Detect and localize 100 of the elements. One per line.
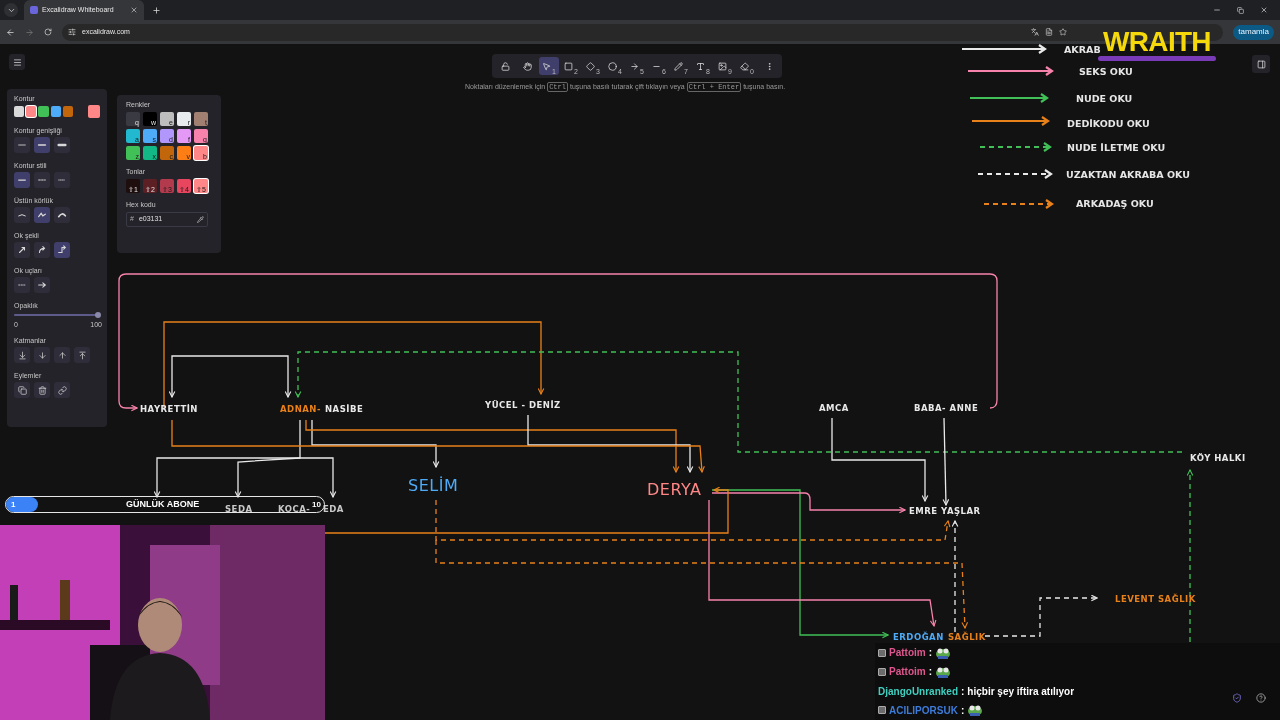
node-label: ERDOĞAN: [893, 632, 944, 642]
node-label: YÜCEL - DENİZ: [485, 400, 561, 410]
node-label: DERYA: [647, 480, 702, 499]
legend-label: ARKADAŞ OKU: [1076, 198, 1154, 209]
rectangle-icon: [564, 61, 574, 71]
color-swatch[interactable]: [50, 106, 61, 117]
node-label: AMCA: [819, 403, 849, 413]
option-button[interactable]: [34, 382, 50, 398]
to-front-icon: [77, 350, 87, 360]
eraser-icon: [740, 61, 750, 71]
legend-label: NUDE OKU: [1076, 93, 1133, 104]
option-button[interactable]: [54, 207, 70, 223]
backward-icon: [37, 350, 47, 360]
option-button[interactable]: [14, 207, 30, 223]
minimize-icon[interactable]: [1213, 6, 1221, 14]
chat-username: Pattoim: [889, 665, 926, 680]
option-button[interactable]: [34, 277, 50, 293]
sidebar-icon: [1256, 59, 1266, 69]
chat-separator: :: [928, 665, 932, 680]
node-label: EDA: [323, 504, 344, 514]
color-swatch[interactable]: [14, 106, 25, 117]
duplicate-icon: [17, 385, 27, 395]
back-icon[interactable]: [6, 27, 15, 37]
node-label: SAĞLIK: [948, 632, 986, 642]
node-label: EMRE YAŞLAR: [909, 506, 981, 516]
translate-icon[interactable]: [1031, 28, 1040, 36]
pencil-icon: [674, 61, 684, 71]
opacity-slider[interactable]: [14, 312, 98, 318]
color-swatch[interactable]: [26, 106, 37, 117]
chat-username: DjangoUnranked: [878, 684, 958, 699]
chat-separator: :: [961, 684, 965, 699]
legend-label: AKRAB: [1064, 44, 1101, 55]
option-button[interactable]: [54, 347, 70, 363]
sharp-icon: [17, 245, 27, 255]
arrow-icon: [630, 61, 640, 71]
legend-label: NUDE İLETME OKU: [1067, 142, 1166, 153]
option-button[interactable]: [74, 347, 90, 363]
option-button[interactable]: [54, 242, 70, 258]
chat-username: Pattoim: [889, 646, 926, 661]
circle-icon: [608, 61, 618, 71]
color-swatch[interactable]: [38, 106, 49, 117]
legend-label: UZAKTAN AKRABA OKU: [1066, 169, 1190, 180]
diamond-icon: [586, 61, 596, 71]
goal-title: GÜNLÜK ABONE: [126, 497, 200, 511]
restore-icon[interactable]: [1237, 6, 1244, 14]
legend-label: SEKS OKU: [1079, 66, 1133, 77]
update-button[interactable]: tamamla: [1233, 24, 1274, 40]
node-label: KÖY HALKI: [1190, 453, 1246, 463]
node-label: NASİBE: [325, 404, 364, 414]
close-window-icon[interactable]: [1260, 6, 1268, 14]
emote-icon: [967, 703, 984, 718]
option-button[interactable]: [14, 382, 30, 398]
chat-username: ACILIPORSUK: [889, 703, 958, 718]
artist-icon: [37, 210, 47, 220]
option-button[interactable]: [14, 347, 30, 363]
chat-separator: :: [960, 703, 965, 718]
shield-icon[interactable]: [1232, 693, 1242, 703]
menu-button[interactable]: [9, 54, 25, 70]
favicon-icon: [30, 6, 38, 14]
link-icon: [57, 385, 67, 395]
chat-message: hiçbir şey iftira atılıyor: [967, 684, 1075, 699]
page-icon[interactable]: [1045, 28, 1054, 36]
new-tab-icon[interactable]: [152, 5, 161, 15]
option-button[interactable]: [34, 137, 50, 153]
round-icon: [37, 245, 47, 255]
arrowhead-icon: [37, 280, 47, 290]
lock-icon: [500, 61, 510, 71]
chat-separator: :: [928, 646, 932, 661]
option-button[interactable]: [14, 172, 30, 188]
close-tab-icon[interactable]: [130, 6, 138, 14]
delete-icon: [37, 385, 47, 395]
node-label: LEVENT SAĞLIK: [1115, 594, 1196, 604]
option-button[interactable]: [34, 207, 50, 223]
hand-icon: [522, 61, 532, 71]
library-button[interactable]: [1252, 55, 1270, 73]
node-label: SELİM: [408, 476, 459, 495]
pointer-icon: [542, 61, 552, 71]
option-button[interactable]: [34, 242, 50, 258]
node-label: KOCA-: [278, 504, 311, 514]
help-icon[interactable]: [1256, 693, 1266, 703]
color-swatch[interactable]: [62, 106, 73, 117]
current-color-swatch[interactable]: [87, 105, 100, 118]
node-label: SEDA: [225, 504, 253, 514]
site-info-icon[interactable]: [68, 28, 76, 36]
node-label: HAYRETTİN: [140, 404, 198, 414]
bookmark-icon[interactable]: [1059, 28, 1068, 36]
node-label: BABA- ANNE: [914, 403, 979, 413]
tab-list-button[interactable]: [4, 3, 18, 17]
menu-icon: [12, 57, 22, 67]
eyedropper-icon[interactable]: [197, 216, 204, 223]
to-back-icon: [17, 350, 27, 360]
image-icon: [718, 61, 728, 71]
elbow-icon: [57, 245, 67, 255]
text-icon: [696, 61, 706, 71]
reload-icon[interactable]: [44, 28, 52, 36]
cartoonist-icon: [57, 210, 67, 220]
option-button[interactable]: [14, 242, 30, 258]
option-button[interactable]: [54, 137, 70, 153]
node-label: ADNAN-: [280, 404, 321, 414]
option-button[interactable]: [54, 382, 70, 398]
